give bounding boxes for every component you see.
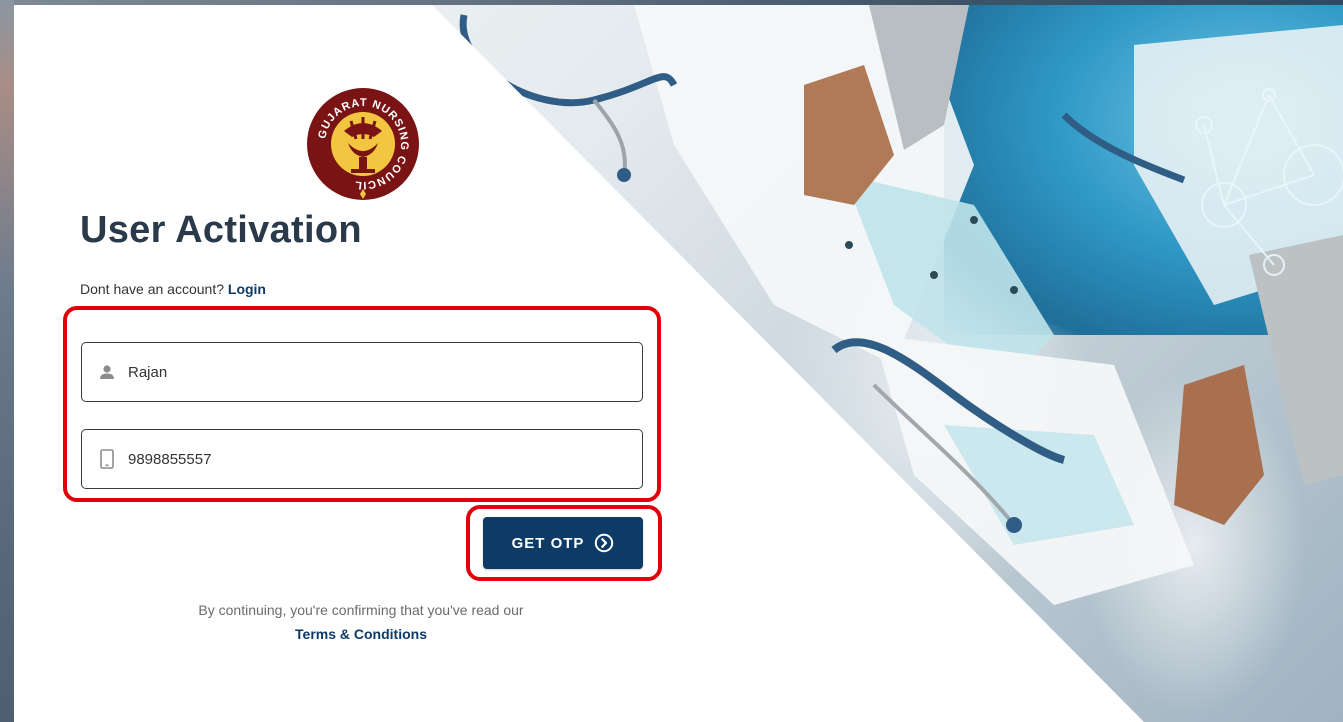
login-link[interactable]: Login (228, 281, 266, 297)
backdrop-left (0, 0, 14, 722)
button-highlight (466, 505, 662, 581)
page-title: User Activation (80, 209, 362, 251)
activation-card: GUJARAT NURSING COUNCIL User Activation … (14, 5, 1343, 722)
council-logo: GUJARAT NURSING COUNCIL (304, 85, 422, 203)
account-prompt-text: Dont have an account? (80, 281, 224, 297)
page: GUJARAT NURSING COUNCIL User Activation … (0, 0, 1343, 722)
terms-text: By continuing, you're confirming that yo… (198, 602, 524, 618)
fields-highlight (63, 306, 661, 502)
terms-link[interactable]: Terms & Conditions (80, 622, 642, 646)
council-emblem-icon: GUJARAT NURSING COUNCIL (307, 88, 419, 200)
terms-notice: By continuing, you're confirming that yo… (80, 598, 642, 646)
account-prompt: Dont have an account? Login (80, 281, 266, 297)
